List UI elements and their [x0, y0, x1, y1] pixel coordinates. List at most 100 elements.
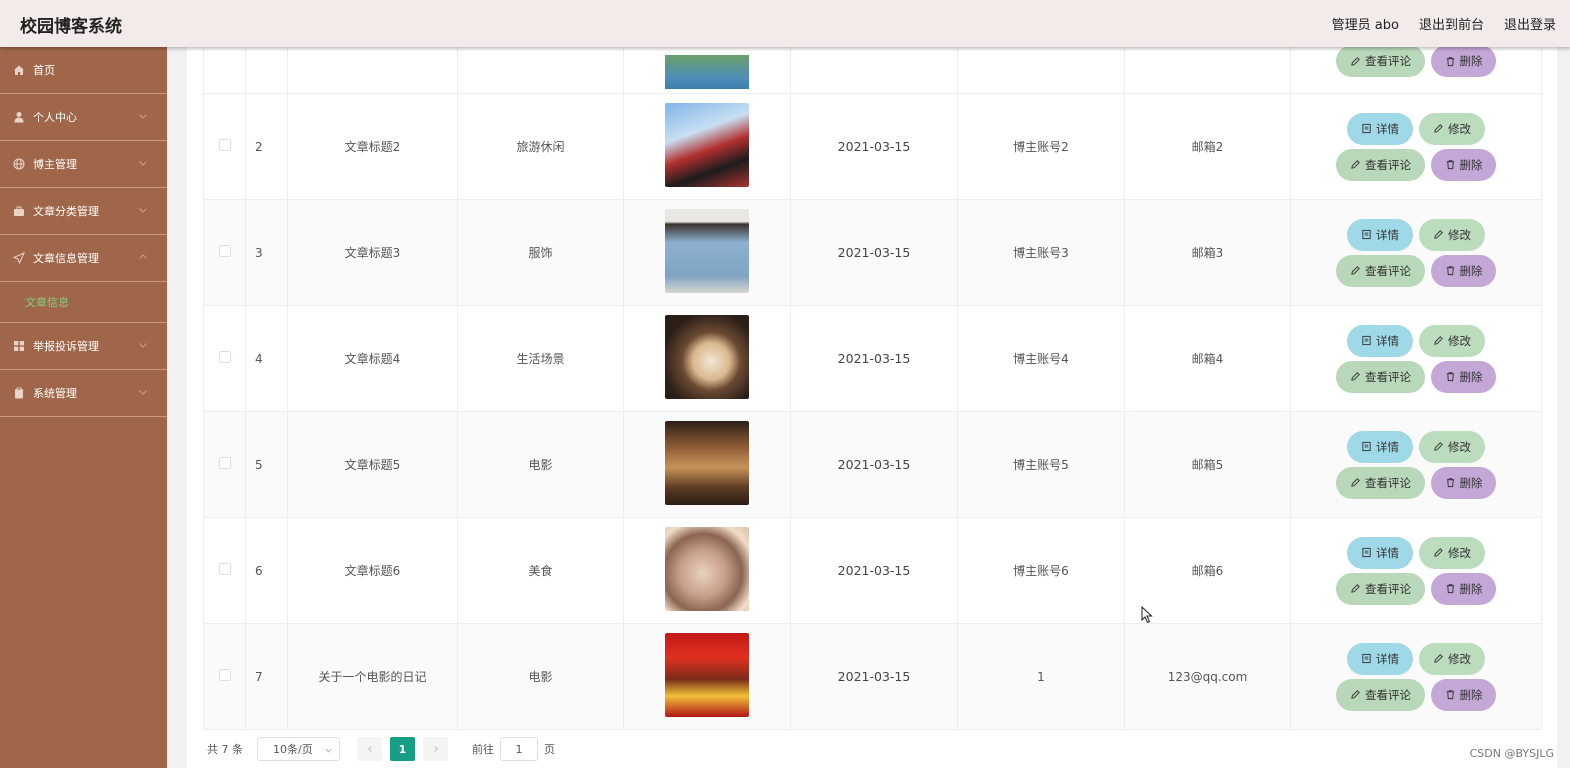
delete-label: 删除: [1459, 581, 1483, 596]
view-comments-button[interactable]: 查看评论: [1336, 148, 1425, 181]
trash-icon: [1446, 584, 1454, 594]
view-comments-button[interactable]: 查看评论: [1336, 360, 1425, 393]
grid-icon: [12, 339, 26, 353]
edit-button[interactable]: 修改: [1419, 536, 1485, 569]
delete-button[interactable]: 删除: [1431, 678, 1496, 711]
sidebar-item-label: 文章信息管理: [33, 252, 99, 265]
goto-page: 前往 1 页: [472, 737, 555, 761]
detail-button[interactable]: 详情: [1347, 536, 1413, 569]
goto-page-input[interactable]: 1: [500, 737, 538, 761]
trash-icon: [1446, 690, 1454, 700]
edit-label: 修改: [1448, 651, 1471, 666]
detail-button[interactable]: 详情: [1347, 642, 1413, 675]
sidebar-item-label: 举报投诉管理: [33, 340, 99, 353]
chevron-right-icon: [433, 746, 438, 752]
edit-icon: [1434, 124, 1443, 133]
trash-icon: [1446, 372, 1454, 382]
sidebar-item-blogger-management[interactable]: 博主管理: [0, 141, 167, 188]
table-row: 7 关于一个电影的日记 电影 2021-03-15 1 123@qq.com 详情 修改 查看评…: [203, 623, 1542, 730]
blogger-account: 博主账号5: [957, 411, 1125, 518]
row-checkbox[interactable]: [218, 351, 231, 363]
chevron-up-icon: [139, 254, 147, 259]
view-comments-label: 查看评论: [1365, 475, 1411, 490]
detail-label: 详情: [1376, 651, 1399, 666]
sidebar-item-category-management[interactable]: 文章分类管理: [0, 188, 167, 235]
blogger-account: 博主账号2: [957, 93, 1125, 200]
logout-link[interactable]: 退出登录: [1504, 14, 1556, 33]
detail-label: 详情: [1376, 121, 1399, 136]
detail-button[interactable]: 详情: [1347, 218, 1413, 251]
view-comments-button[interactable]: 查看评论: [1336, 678, 1425, 711]
view-comments-label: 查看评论: [1365, 263, 1411, 278]
delete-button[interactable]: 删除: [1431, 360, 1496, 393]
delete-button[interactable]: 删除: [1431, 466, 1496, 499]
row-checkbox[interactable]: [218, 563, 231, 575]
edit-icon: [1351, 372, 1360, 381]
edit-button[interactable]: 修改: [1419, 642, 1485, 675]
view-comments-button[interactable]: 查看评论: [1336, 466, 1425, 499]
admin-user-label: 管理员 abo: [1331, 18, 1399, 33]
prev-page-button[interactable]: [357, 737, 382, 761]
edit-icon: [1351, 478, 1360, 487]
blogger-account: 博主账号4: [957, 305, 1125, 412]
next-page-button[interactable]: [423, 737, 448, 761]
page-size-select[interactable]: 10条/页: [257, 737, 340, 761]
sidebar-item-personal-center[interactable]: 个人中心: [0, 94, 167, 141]
edit-icon: [1434, 230, 1443, 239]
row-index: 5: [245, 411, 288, 518]
view-comments-button[interactable]: 查看评论: [1336, 45, 1425, 77]
trash-icon: [1446, 266, 1454, 276]
briefcase-icon: [12, 204, 26, 218]
globe-icon: [12, 157, 26, 171]
top-header: 校园博客系统 管理员 abo 退出到前台 退出登录: [0, 0, 1570, 47]
blogger-account: 1: [957, 623, 1125, 730]
row-index: 7: [245, 623, 288, 730]
row-checkbox[interactable]: [218, 457, 231, 469]
row-checkbox[interactable]: [218, 139, 231, 151]
detail-button[interactable]: 详情: [1347, 112, 1413, 145]
edit-button[interactable]: 修改: [1419, 430, 1485, 463]
delete-label: 删除: [1459, 157, 1483, 172]
pagination: 共 7 条 10条/页 1 前往 1 页: [207, 737, 555, 761]
sidebar-subitem-article-info[interactable]: 文章信息: [0, 282, 167, 323]
document-icon: [1362, 653, 1371, 664]
trash-icon: [1446, 478, 1454, 488]
sidebar-item-report-management[interactable]: 举报投诉管理: [0, 323, 167, 370]
edit-button[interactable]: 修改: [1419, 112, 1485, 145]
article-title: 文章标题5: [287, 411, 458, 518]
delete-button[interactable]: 删除: [1431, 45, 1496, 77]
delete-button[interactable]: 删除: [1431, 572, 1496, 605]
document-icon: [1362, 229, 1371, 240]
detail-button[interactable]: 详情: [1347, 430, 1413, 463]
article-cover-image: [665, 527, 749, 611]
page-number-button[interactable]: 1: [390, 737, 415, 761]
goto-label: 前往: [472, 743, 494, 756]
row-checkbox[interactable]: [218, 245, 231, 257]
publish-date: 2021-03-15: [790, 305, 958, 412]
sidebar-item-label: 首页: [33, 64, 55, 77]
sidebar-item-home[interactable]: 首页: [0, 47, 167, 94]
edit-button[interactable]: 修改: [1419, 218, 1485, 251]
edit-label: 修改: [1448, 333, 1471, 348]
edit-icon: [1434, 336, 1443, 345]
delete-button[interactable]: 删除: [1431, 148, 1496, 181]
delete-button[interactable]: 删除: [1431, 254, 1496, 287]
blogger-account: 博主账号6: [957, 517, 1125, 624]
article-category: 生活场景: [457, 305, 624, 412]
edit-button[interactable]: 修改: [1419, 324, 1485, 357]
sidebar-item-article-management[interactable]: 文章信息管理: [0, 235, 167, 282]
chevron-down-icon: [325, 748, 332, 753]
sidebar-item-system-management[interactable]: 系统管理: [0, 370, 167, 417]
document-icon: [1362, 441, 1371, 452]
edit-icon: [1434, 442, 1443, 451]
article-table: 查看评论 删除 2 文章标题2 旅游休闲 2021-03-15 博主账号2 邮箱2 详情 修改…: [203, 37, 1542, 730]
sidebar-item-label: 系统管理: [33, 387, 77, 400]
article-title: 关于一个电影的日记: [287, 623, 458, 730]
view-comments-button[interactable]: 查看评论: [1336, 572, 1425, 605]
row-checkbox[interactable]: [218, 669, 231, 681]
detail-button[interactable]: 详情: [1347, 324, 1413, 357]
exit-to-front-link[interactable]: 退出到前台: [1419, 14, 1484, 33]
article-category: 旅游休闲: [457, 93, 624, 200]
view-comments-button[interactable]: 查看评论: [1336, 254, 1425, 287]
sidebar: 首页 个人中心 博主管理 文章分类管理 文章信息管理 文章信息 举报投诉管理 系…: [0, 47, 167, 768]
